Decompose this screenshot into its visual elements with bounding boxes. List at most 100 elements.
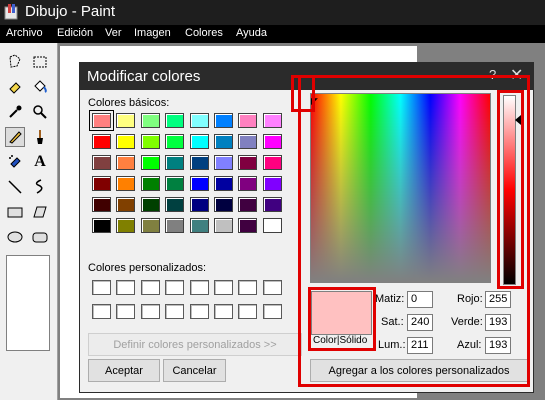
basic-color-swatch[interactable] (214, 155, 233, 170)
basic-color-swatch[interactable] (238, 176, 258, 191)
menu-ayuda[interactable]: Ayuda (236, 27, 267, 39)
brush-tool[interactable] (30, 127, 50, 147)
curve-tool[interactable] (30, 177, 50, 197)
basic-color-swatch[interactable] (165, 155, 185, 170)
color-spectrum[interactable]: ◤ (310, 93, 491, 283)
rect-select-tool[interactable] (30, 52, 50, 72)
custom-color-swatch[interactable] (92, 280, 111, 295)
fill-tool[interactable] (30, 77, 50, 97)
basic-color-swatch[interactable] (140, 134, 160, 149)
custom-color-swatch[interactable] (262, 304, 282, 319)
basic-color-swatch[interactable] (89, 110, 114, 131)
menu-ver[interactable]: Ver (105, 27, 122, 39)
custom-color-swatch[interactable] (140, 304, 160, 319)
custom-color-swatch[interactable] (189, 280, 209, 295)
green-field[interactable]: 193 (485, 314, 511, 331)
luminosity-arrow-icon[interactable] (515, 115, 521, 125)
basic-color-swatch[interactable] (140, 197, 160, 212)
basic-color-swatch[interactable] (262, 197, 282, 212)
basic-color-swatch[interactable] (262, 113, 282, 128)
custom-color-swatch[interactable] (189, 304, 209, 319)
close-icon[interactable]: ✕ (510, 65, 523, 85)
custom-color-swatch[interactable] (214, 280, 233, 295)
lum-field[interactable]: 211 (407, 337, 433, 354)
custom-color-swatch[interactable] (140, 280, 160, 295)
menu-imagen[interactable]: Imagen (134, 27, 171, 39)
basic-color-swatch[interactable] (165, 218, 185, 233)
basic-color-swatch[interactable] (238, 155, 258, 170)
help-button[interactable]: ? (489, 67, 496, 82)
basic-color-swatch[interactable] (214, 176, 233, 191)
basic-color-swatch[interactable] (116, 197, 136, 212)
basic-color-swatch[interactable] (262, 155, 282, 170)
red-field[interactable]: 255 (485, 291, 511, 308)
eraser-tool[interactable] (5, 77, 25, 97)
basic-color-swatch[interactable] (140, 218, 160, 233)
basic-color-swatch[interactable] (189, 155, 209, 170)
basic-color-swatch[interactable] (189, 134, 209, 149)
menu-colores[interactable]: Colores (185, 27, 223, 39)
basic-color-swatch[interactable] (165, 176, 185, 191)
basic-color-swatch[interactable] (214, 197, 233, 212)
hue-field[interactable]: 0 (407, 291, 433, 308)
basic-color-swatch[interactable] (140, 155, 160, 170)
basic-color-swatch[interactable] (116, 113, 136, 128)
basic-color-swatch[interactable] (92, 197, 111, 212)
custom-color-swatch[interactable] (92, 304, 111, 319)
custom-color-swatch[interactable] (262, 280, 282, 295)
basic-color-swatch[interactable] (214, 134, 233, 149)
ok-button[interactable]: Aceptar (88, 359, 160, 382)
custom-color-swatch[interactable] (214, 304, 233, 319)
basic-color-swatch[interactable] (238, 197, 258, 212)
basic-color-swatch[interactable] (189, 197, 209, 212)
basic-color-swatch[interactable] (262, 176, 282, 191)
custom-color-swatch[interactable] (116, 304, 136, 319)
magnifier-tool[interactable] (30, 102, 50, 122)
basic-color-swatch[interactable] (214, 113, 233, 128)
basic-color-swatch[interactable] (165, 113, 185, 128)
basic-color-swatch[interactable] (92, 176, 111, 191)
menu-archivo[interactable]: Archivo (6, 27, 43, 39)
basic-color-swatch[interactable] (92, 155, 111, 170)
text-tool[interactable]: A (30, 152, 50, 172)
basic-color-swatch[interactable] (238, 218, 258, 233)
define-custom-colors-button[interactable]: Definir colores personalizados >> (88, 333, 302, 356)
basic-color-swatch[interactable] (189, 176, 209, 191)
basic-color-swatch[interactable] (189, 113, 209, 128)
airbrush-tool[interactable] (5, 152, 25, 172)
add-to-custom-colors-button[interactable]: Agregar a los colores personalizados (310, 359, 528, 382)
basic-color-swatch[interactable] (262, 218, 282, 233)
basic-color-swatch[interactable] (92, 218, 111, 233)
custom-color-swatch[interactable] (116, 280, 136, 295)
basic-color-swatch[interactable] (189, 218, 209, 233)
basic-color-swatch[interactable] (140, 176, 160, 191)
polygon-tool[interactable] (30, 202, 50, 222)
basic-color-swatch[interactable] (116, 134, 136, 149)
ellipse-tool[interactable] (5, 227, 25, 247)
basic-color-swatch[interactable] (262, 134, 282, 149)
basic-color-swatch[interactable] (165, 197, 185, 212)
blue-field[interactable]: 193 (485, 337, 511, 354)
custom-color-swatch[interactable] (238, 280, 258, 295)
basic-color-swatch[interactable] (238, 113, 258, 128)
line-tool[interactable] (5, 177, 25, 197)
basic-color-swatch[interactable] (116, 155, 136, 170)
basic-color-swatch[interactable] (165, 134, 185, 149)
basic-color-swatch[interactable] (116, 218, 136, 233)
cancel-button[interactable]: Cancelar (163, 359, 226, 382)
basic-color-swatch[interactable] (116, 176, 136, 191)
custom-color-swatch[interactable] (165, 280, 185, 295)
color-picker-tool[interactable] (5, 102, 25, 122)
custom-color-swatch[interactable] (238, 304, 258, 319)
basic-color-swatch[interactable] (214, 218, 233, 233)
menu-edicion[interactable]: Edición (57, 27, 93, 39)
basic-color-swatch[interactable] (238, 134, 258, 149)
tool-options-box[interactable] (6, 255, 50, 351)
pencil-tool[interactable] (5, 127, 25, 147)
basic-color-swatch[interactable] (92, 134, 111, 149)
rectangle-tool[interactable] (5, 202, 25, 222)
free-select-tool[interactable] (5, 52, 25, 72)
custom-color-swatch[interactable] (165, 304, 185, 319)
rounded-rect-tool[interactable] (30, 227, 50, 247)
basic-color-swatch[interactable] (140, 113, 160, 128)
